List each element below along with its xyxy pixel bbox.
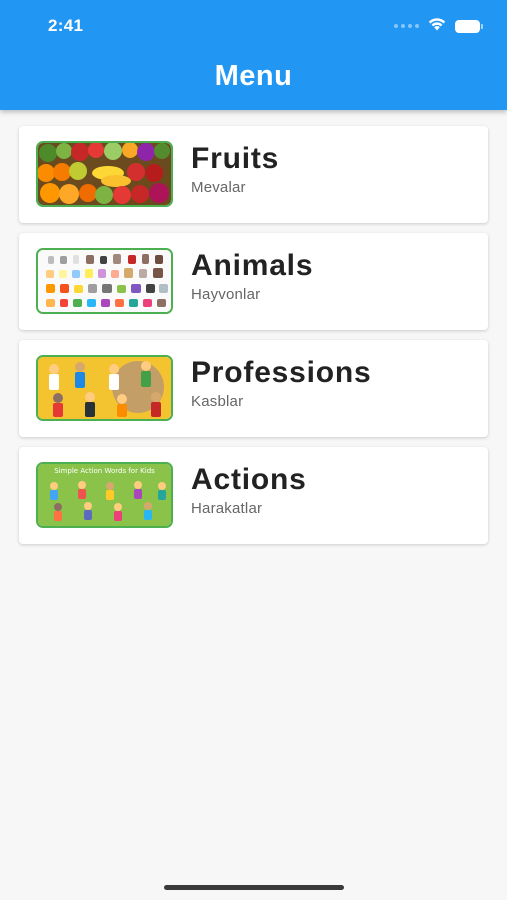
status-time: 2:41 — [48, 16, 84, 35]
professions-thumbnail — [36, 355, 173, 421]
actions-thumbnail: Simple Action Words for Kids — [36, 462, 173, 528]
menu-item-animals[interactable]: Animals Hayvonlar — [19, 233, 488, 330]
fruits-thumbnail — [36, 141, 173, 207]
menu-list: Fruits Mevalar Animals Hayvonlar Profess… — [19, 126, 488, 554]
fruits-image — [38, 143, 171, 205]
menu-item-title: Actions — [191, 463, 307, 496]
menu-item-subtitle: Harakatlar — [191, 500, 263, 517]
menu-item-title: Professions — [191, 356, 372, 389]
animals-image — [38, 250, 171, 312]
menu-item-subtitle: Kasblar — [191, 393, 244, 410]
battery-icon — [455, 19, 483, 33]
actions-image-caption: Simple Action Words for Kids — [54, 467, 155, 475]
home-indicator[interactable] — [164, 885, 344, 890]
professions-image — [38, 357, 171, 419]
page-title: Menu — [214, 60, 293, 92]
menu-item-professions[interactable]: Professions Kasblar — [19, 340, 488, 437]
menu-item-actions[interactable]: Simple Action Words for Kids Actions Har… — [19, 447, 488, 544]
actions-image: Simple Action Words for Kids — [38, 464, 171, 526]
status-bar: 2:41 — [0, 0, 507, 52]
wifi-icon — [427, 16, 447, 36]
menu-item-title: Animals — [191, 249, 314, 282]
menu-item-subtitle: Mevalar — [191, 179, 246, 196]
menu-item-subtitle: Hayvonlar — [191, 286, 261, 303]
cellular-signal-icon — [394, 24, 419, 28]
menu-item-fruits[interactable]: Fruits Mevalar — [19, 126, 488, 223]
animals-thumbnail — [36, 248, 173, 314]
menu-item-title: Fruits — [191, 142, 280, 175]
status-indicators — [394, 17, 483, 35]
app-bar: 2:41 Menu — [0, 0, 507, 110]
